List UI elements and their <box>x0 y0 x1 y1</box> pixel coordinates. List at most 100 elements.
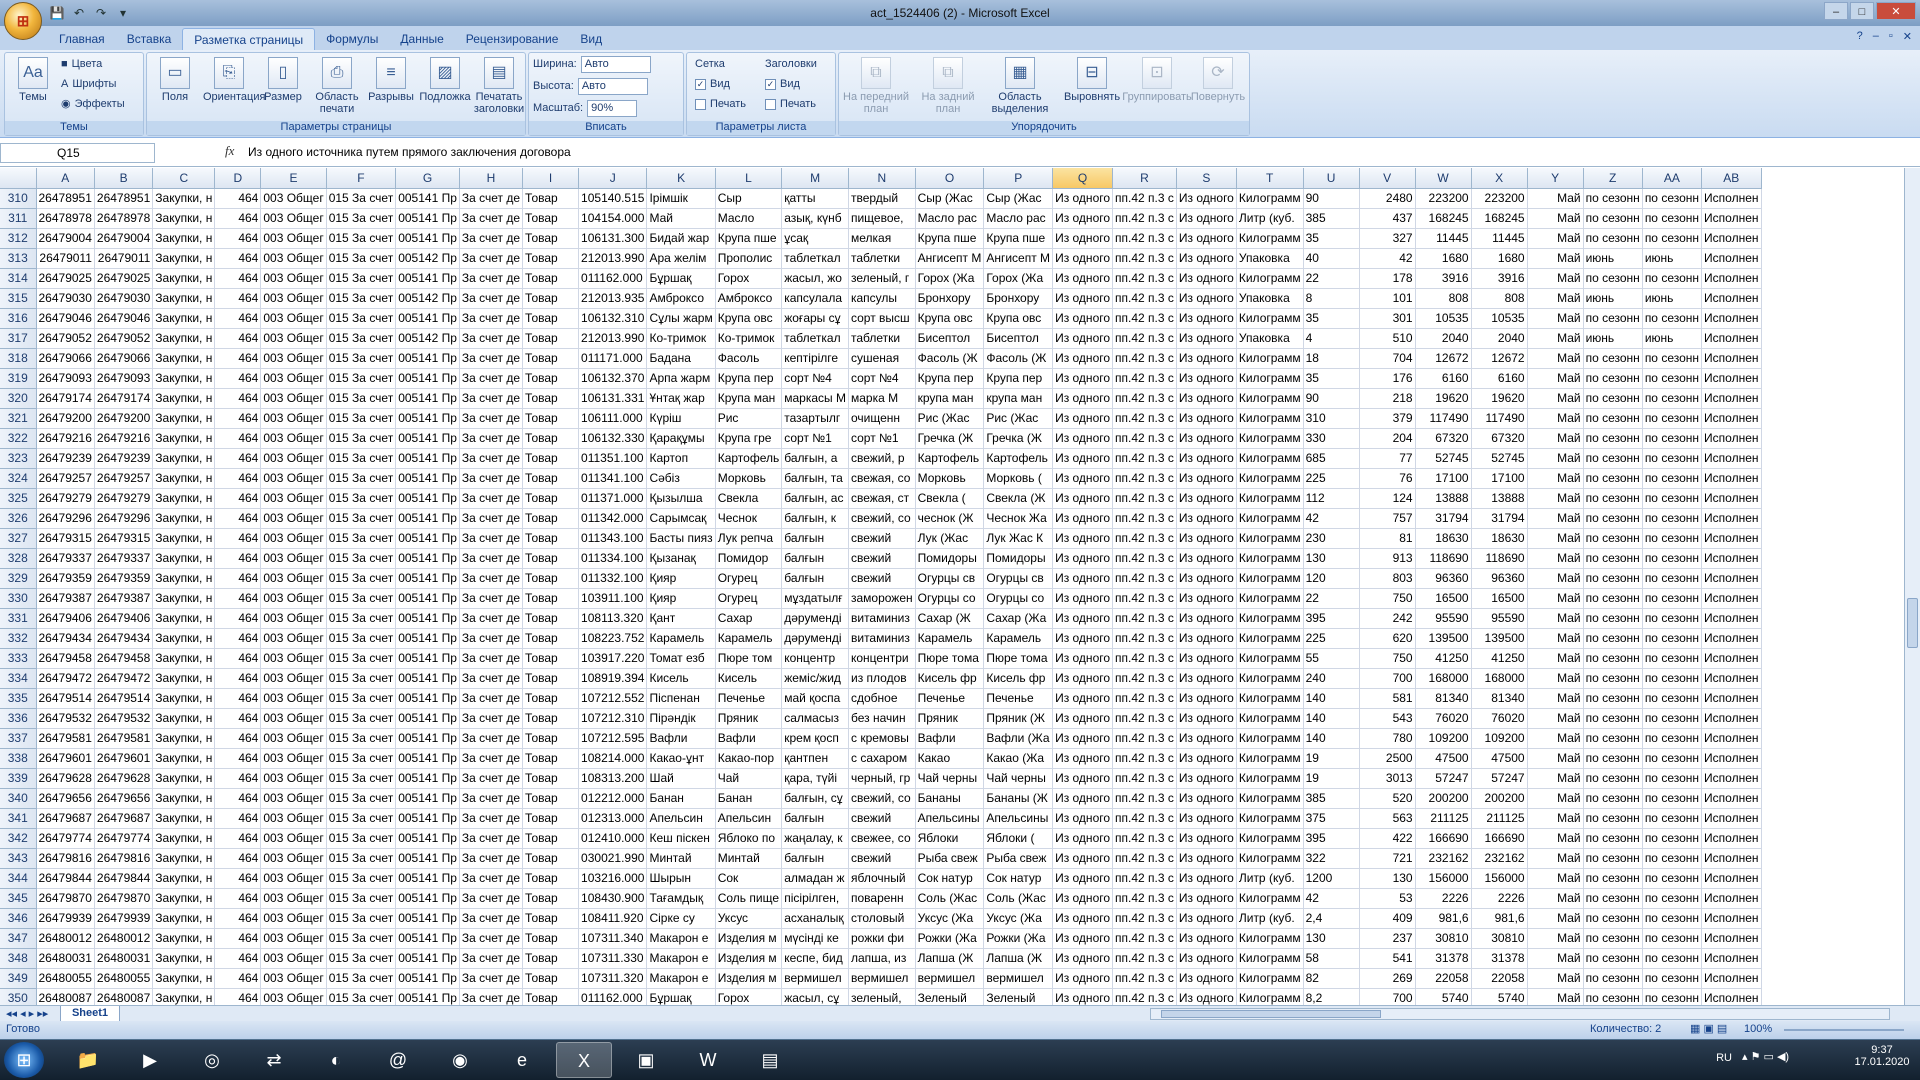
cell[interactable]: 015 За счет <box>326 208 397 229</box>
cell[interactable]: Лапша (Ж <box>915 948 985 969</box>
cell[interactable]: 26479387 <box>36 588 95 609</box>
cell[interactable]: по сезонн <box>1642 208 1703 229</box>
cell[interactable]: из плодов <box>848 668 916 689</box>
cell[interactable]: Рыба свеж <box>983 848 1054 869</box>
cell[interactable]: по сезонн <box>1642 428 1703 449</box>
cell[interactable]: 96360 <box>1471 568 1528 589</box>
row-header[interactable]: 333 <box>0 648 37 669</box>
cell[interactable]: 76 <box>1359 468 1416 489</box>
cell[interactable]: Исполнен <box>1701 628 1762 649</box>
cell[interactable]: 003 Общег <box>260 388 327 409</box>
cell[interactable]: 26479052 <box>36 328 95 349</box>
cell[interactable]: дәруменді <box>781 608 849 629</box>
cell[interactable]: с кремовы <box>848 728 916 749</box>
cell[interactable]: 015 За счет <box>326 488 397 509</box>
cell[interactable]: Из одного <box>1176 208 1237 229</box>
cell[interactable]: по сезонн <box>1642 508 1703 529</box>
tab-home[interactable]: Главная <box>48 28 116 50</box>
row-header[interactable]: 340 <box>0 788 37 809</box>
cell[interactable]: 464 <box>214 428 262 449</box>
cell[interactable]: 464 <box>214 868 262 889</box>
cell[interactable]: по сезонн <box>1583 268 1643 289</box>
cell[interactable]: 464 <box>214 668 262 689</box>
column-header-aa[interactable]: AA <box>1642 168 1703 189</box>
cell[interactable]: 26479458 <box>36 648 95 669</box>
cell[interactable]: Из одного <box>1052 648 1114 669</box>
cell[interactable]: 005141 Пр <box>395 928 460 949</box>
cell[interactable]: 26480055 <box>36 968 95 989</box>
cell[interactable]: 26480055 <box>94 968 154 989</box>
cell[interactable]: Килограмм <box>1236 408 1304 429</box>
cell[interactable]: по сезонн <box>1583 748 1643 769</box>
cell[interactable]: 109200 <box>1415 728 1472 749</box>
cell[interactable]: 26479030 <box>36 288 95 309</box>
cell[interactable]: Рыба свеж <box>915 848 985 869</box>
cell[interactable]: 11445 <box>1471 228 1528 249</box>
cell[interactable]: 003 Общег <box>260 588 327 609</box>
cell[interactable]: балғын, ас <box>781 488 849 509</box>
cell[interactable]: Май <box>1527 448 1584 469</box>
cell[interactable]: 112 <box>1303 488 1360 509</box>
cell[interactable]: Ірімшік <box>646 188 716 209</box>
cell[interactable]: За счет де <box>459 608 524 629</box>
cell[interactable]: пп.42 п.3 с <box>1112 568 1177 589</box>
scroll-thumb[interactable] <box>1907 598 1918 648</box>
cell[interactable]: Из одного <box>1176 188 1237 209</box>
cell[interactable]: Огурцы со <box>983 588 1054 609</box>
cell[interactable]: Из одного <box>1176 808 1237 829</box>
cell[interactable]: 015 За счет <box>326 828 397 849</box>
cell[interactable]: Макарон е <box>646 968 716 989</box>
cell[interactable]: 015 За счет <box>326 948 397 969</box>
cell[interactable]: жасыл, жо <box>781 268 849 289</box>
cell[interactable]: 19620 <box>1471 388 1528 409</box>
cell[interactable]: 803 <box>1359 568 1416 589</box>
cell[interactable]: Из одного <box>1052 448 1114 469</box>
cell[interactable]: 26479011 <box>36 248 95 269</box>
cell[interactable]: Исполнен <box>1701 788 1762 809</box>
cell[interactable]: 005141 Пр <box>395 888 460 909</box>
cell[interactable]: 005141 Пр <box>395 388 460 409</box>
cell[interactable]: Апельсин <box>646 808 716 829</box>
cell[interactable]: 464 <box>214 488 262 509</box>
cell[interactable]: Исполнен <box>1701 668 1762 689</box>
cell[interactable]: свежая, ст <box>848 488 916 509</box>
cell[interactable]: Из одного <box>1052 388 1114 409</box>
cell[interactable]: Килограмм <box>1236 648 1304 669</box>
row-header[interactable]: 316 <box>0 308 37 329</box>
cell[interactable]: 120 <box>1303 568 1360 589</box>
cell[interactable]: Товар <box>522 188 580 209</box>
cell[interactable]: Из одного <box>1176 548 1237 569</box>
cell[interactable]: по сезонн <box>1642 368 1703 389</box>
cell[interactable]: Килограмм <box>1236 668 1304 689</box>
cell[interactable]: Май <box>1527 548 1584 569</box>
cell[interactable]: Закупки, н <box>152 388 216 409</box>
cell[interactable]: За счет де <box>459 808 524 829</box>
cell[interactable]: Май <box>1527 648 1584 669</box>
cell[interactable]: Огурцы св <box>983 568 1054 589</box>
cell[interactable]: 31794 <box>1471 508 1528 529</box>
cell[interactable]: пп.42 п.3 с <box>1112 228 1177 249</box>
row-header[interactable]: 318 <box>0 348 37 369</box>
cell[interactable]: очищенн <box>848 408 916 429</box>
cell[interactable]: июнь <box>1583 248 1643 269</box>
insert-function-icon[interactable]: fx <box>225 143 234 159</box>
cell[interactable]: 464 <box>214 548 262 569</box>
cell[interactable]: 31378 <box>1471 948 1528 969</box>
cell[interactable]: Из одного <box>1052 428 1114 449</box>
cell[interactable]: 003 Общег <box>260 248 327 269</box>
cell[interactable]: Помидор <box>715 548 783 569</box>
cell[interactable]: Кисель фр <box>983 668 1054 689</box>
cell[interactable]: Уксус <box>715 908 783 929</box>
cell[interactable]: Май <box>1527 248 1584 269</box>
cell[interactable]: Из одного <box>1052 508 1114 529</box>
cell[interactable]: 2040 <box>1471 328 1528 349</box>
cell[interactable]: 1680 <box>1471 248 1528 269</box>
cell[interactable]: Закупки, н <box>152 528 216 549</box>
cell[interactable]: Рис (Жас <box>983 408 1054 429</box>
column-header-w[interactable]: W <box>1415 168 1472 189</box>
cell[interactable]: крупа ман <box>983 388 1054 409</box>
cell[interactable]: Товар <box>522 448 580 469</box>
cell[interactable]: 35 <box>1303 368 1360 389</box>
cell[interactable]: 168245 <box>1471 208 1528 229</box>
cell[interactable]: Тағамдық <box>646 888 716 909</box>
